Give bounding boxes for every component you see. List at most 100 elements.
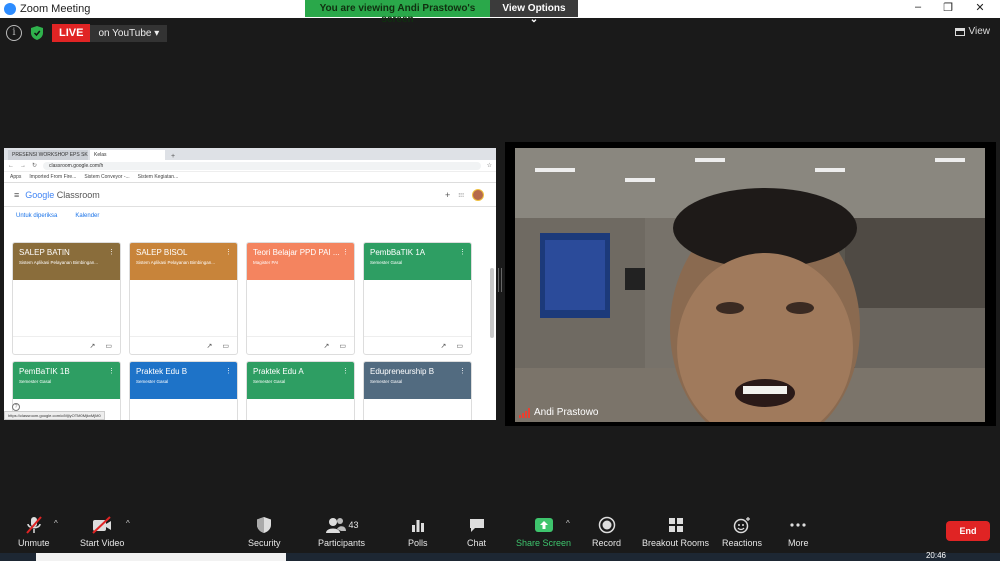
class-card[interactable]: Edupreneurship BSemester Gasal⋮↗▭ (363, 361, 472, 420)
end-meeting-button[interactable]: End (946, 521, 990, 541)
class-card-title[interactable]: Teori Belajar PPD PAI ... (253, 248, 348, 257)
class-card-banner[interactable]: PembBaTIK 1A Semester Gasal ⋮ (364, 243, 471, 280)
reactions-button[interactable]: Reactions (722, 514, 762, 548)
start-video-button[interactable]: Start Video (80, 514, 124, 548)
url-field[interactable]: classroom.google.com/h (43, 161, 481, 170)
breakout-rooms-grid-icon (668, 518, 683, 532)
share-screen-button[interactable]: Share Screen (516, 514, 571, 548)
class-card-title[interactable]: PemBaTIK 1B (19, 367, 114, 376)
to-review-link[interactable]: Untuk diperiksa (16, 213, 57, 219)
class-card-title[interactable]: SALEP BATIN (19, 248, 114, 257)
class-card-subtitle: Sistem Aplikasi Pelayanan Bimbingan... (136, 260, 216, 265)
star-icon[interactable]: ☆ (487, 162, 492, 169)
card-more-icon[interactable]: ⋮ (342, 248, 349, 256)
live-badge[interactable]: LIVE (52, 24, 91, 42)
audio-options-caret[interactable]: ^ (54, 519, 58, 528)
unmute-button[interactable]: Unmute (18, 514, 50, 548)
new-tab-button[interactable]: + (171, 153, 175, 160)
bookmark-item[interactable]: Imported From Fire... (29, 174, 76, 180)
class-card-banner[interactable]: SALEP BISOL Sistem Aplikasi Pelayanan Bim… (130, 243, 237, 280)
participant-name-label: Andi Prastowo (519, 407, 598, 418)
breakout-rooms-button[interactable]: Breakout Rooms (642, 514, 709, 548)
class-card-title[interactable]: PembBaTIK 1A (370, 248, 465, 257)
calendar-link[interactable]: Kalender (75, 213, 99, 219)
card-more-icon[interactable]: ⋮ (342, 367, 349, 375)
view-button[interactable]: View (954, 26, 990, 37)
bookmark-item[interactable]: Apps (10, 174, 21, 180)
browser-tab-active[interactable]: Kelas (90, 150, 165, 160)
class-card[interactable]: Praktek Edu BSemester Gasal⋮↗▭ (129, 361, 238, 420)
back-icon[interactable]: ← (8, 163, 14, 169)
viewing-banner: You are viewing Andi Prastowo's screen V… (305, 0, 578, 25)
class-card-title[interactable]: SALEP BISOL (136, 248, 231, 257)
security-button[interactable]: Security (248, 514, 281, 548)
account-avatar[interactable] (472, 189, 484, 201)
bookmark-item[interactable]: Sistem Kegiatan... (138, 174, 179, 180)
card-more-icon[interactable]: ⋮ (225, 367, 232, 375)
page-scrollbar[interactable] (490, 268, 494, 338)
folder-icon[interactable]: ▭ (339, 342, 346, 350)
folder-icon[interactable]: ▭ (222, 342, 229, 350)
trending-icon[interactable]: ↗ (207, 342, 213, 350)
class-card-banner[interactable]: Praktek Edu B Semester Gasal ⋮ (130, 362, 237, 399)
hamburger-menu-icon[interactable]: ≡ (14, 190, 19, 200)
security-shield-icon (257, 517, 272, 533)
trending-icon[interactable]: ↗ (441, 342, 447, 350)
browser-tab[interactable]: PRESENSI WORKSHOP EPS SKS (8, 150, 88, 160)
record-button[interactable]: Record (592, 514, 621, 548)
browser-address-bar: ← → ↻ classroom.google.com/h ☆ (4, 160, 496, 172)
folder-icon[interactable]: ▭ (105, 342, 112, 350)
minimize-button[interactable]: – (906, 1, 930, 17)
class-card[interactable]: PembBaTIK 1A Semester Gasal ⋮ ↗ ▭ (363, 242, 472, 355)
browser-tab-strip: PRESENSI WORKSHOP EPS SKS Kelas + (4, 148, 496, 160)
chat-button[interactable]: Chat (467, 514, 486, 548)
class-card-banner[interactable]: Teori Belajar PPD PAI ... Magister PAI ⋮ (247, 243, 354, 280)
class-card-banner[interactable]: PemBaTIK 1B Semester Gasal ⋮ (13, 362, 120, 399)
class-card-banner[interactable]: Praktek Edu A Semester Gasal ⋮ (247, 362, 354, 399)
card-more-icon[interactable]: ⋮ (459, 248, 466, 256)
class-card-footer: ↗ ▭ (130, 336, 237, 354)
shared-screen[interactable]: PRESENSI WORKSHOP EPS SKS Kelas + ← → ↻ … (4, 148, 496, 420)
participants-button[interactable]: 43 Participants (318, 514, 365, 548)
class-card-subtitle: Semester Gasal (370, 379, 403, 384)
trending-icon[interactable]: ↗ (90, 342, 96, 350)
participant-video-tile[interactable]: Andi Prastowo (505, 142, 996, 426)
view-grid-icon (954, 27, 965, 36)
reload-icon[interactable]: ↻ (32, 162, 37, 169)
class-card[interactable]: Teori Belajar PPD PAI ... Magister PAI ⋮ ↗ ▭ (246, 242, 355, 355)
apps-grid-icon[interactable]: ⁝⁝⁝ (458, 192, 464, 199)
split-divider-handle[interactable] (498, 268, 502, 292)
add-class-icon[interactable]: + (445, 190, 450, 200)
chat-label: Chat (467, 538, 487, 548)
class-card[interactable]: SALEP BISOL Sistem Aplikasi Pelayanan Bim… (129, 242, 238, 355)
class-card-title[interactable]: Praktek Edu A (253, 367, 348, 376)
help-icon[interactable]: ? (12, 403, 20, 411)
view-options-button[interactable]: View Options ⌄ (490, 0, 578, 25)
maximize-button[interactable]: ❐ (936, 1, 960, 17)
more-button[interactable]: More (788, 514, 809, 548)
taskbar-search-box[interactable] (36, 553, 286, 561)
class-card-title[interactable]: Praktek Edu B (136, 367, 231, 376)
class-card-banner[interactable]: SALEP BATIN Sistem Aplikasi Pelayanan Bim… (13, 243, 120, 280)
share-options-caret[interactable]: ^ (566, 519, 570, 528)
forward-icon[interactable]: → (20, 163, 26, 169)
card-more-icon[interactable]: ⋮ (108, 367, 115, 375)
bookmark-item[interactable]: Sistem Conveyor -... (84, 174, 129, 180)
encryption-shield-icon[interactable] (30, 25, 44, 41)
class-card-title[interactable]: Edupreneurship B (370, 367, 465, 376)
trending-icon[interactable]: ↗ (324, 342, 330, 350)
classroom-logo[interactable]: Google Classroom (25, 190, 100, 200)
video-off-icon (92, 516, 112, 534)
live-destination-dropdown[interactable]: on YouTube ▾ (90, 24, 168, 42)
card-more-icon[interactable]: ⋮ (459, 367, 466, 375)
card-more-icon[interactable]: ⋮ (108, 248, 115, 256)
class-card[interactable]: SALEP BATIN Sistem Aplikasi Pelayanan Bim… (12, 242, 121, 355)
polls-button[interactable]: Polls (408, 514, 428, 548)
close-window-button[interactable]: ✕ (968, 1, 992, 17)
folder-icon[interactable]: ▭ (456, 342, 463, 350)
class-card-banner[interactable]: Edupreneurship B Semester Gasal ⋮ (364, 362, 471, 399)
card-more-icon[interactable]: ⋮ (225, 248, 232, 256)
meeting-info-icon[interactable]: i (6, 25, 22, 41)
class-card[interactable]: Praktek Edu ASemester Gasal⋮↗▭ (246, 361, 355, 420)
video-options-caret[interactable]: ^ (126, 519, 130, 528)
